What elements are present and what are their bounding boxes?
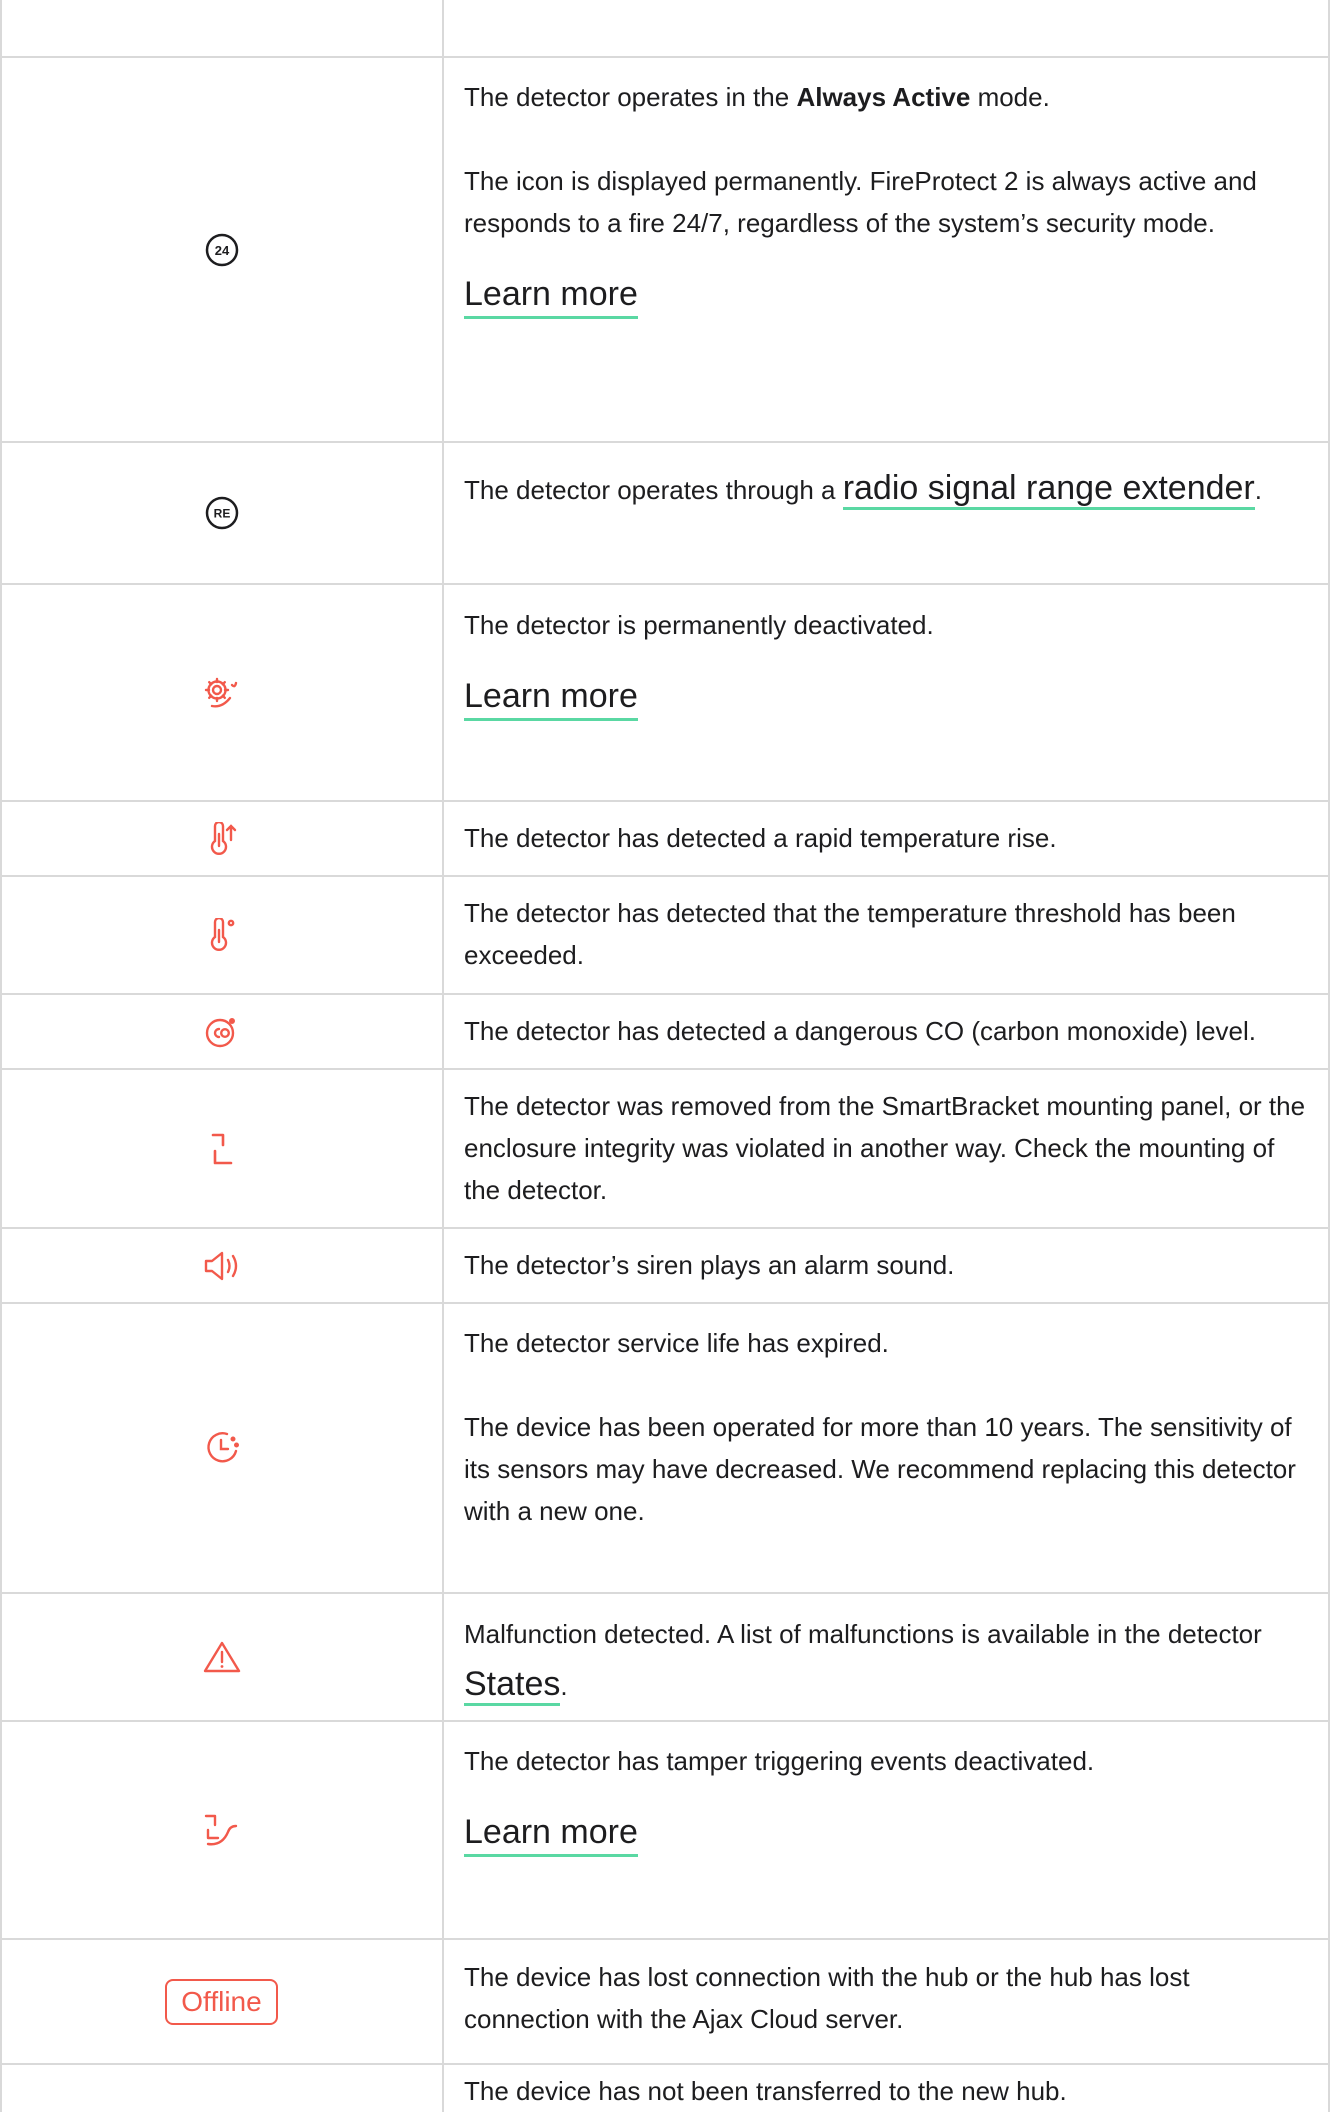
description-text: The detector service life has expired. (464, 1328, 889, 1358)
table-row (0, 1722, 443, 1938)
description-text: The detector operates through a (464, 475, 843, 505)
row-description: The device has not been transferred to t… (464, 2070, 1314, 2112)
description-text: mode. (970, 82, 1050, 112)
row-description: The detector was removed from the SmartB… (464, 1085, 1314, 1211)
table-row (0, 1594, 443, 1720)
description-text: The device has not been transferred to t… (464, 2076, 1067, 2106)
thermometer-rise-icon (207, 821, 237, 856)
description-text: The detector has tamper triggering event… (464, 1746, 1095, 1776)
punctuation: . (560, 1671, 568, 1701)
row-description: The detector has detected a dangerous CO… (464, 1010, 1314, 1052)
offline-badge: Offline (165, 1978, 278, 2025)
row-description: The detector has detected a rapid temper… (464, 817, 1314, 859)
row-description: The detector is permanently deactivated.… (464, 604, 1314, 721)
tamper-icon (207, 1131, 237, 1167)
description-text: Malfunction detected. A list of malfunct… (464, 1619, 1262, 1649)
service-life-icon (203, 1429, 241, 1467)
punctuation: . (1254, 475, 1262, 505)
row-description: The detector service life has expired. T… (464, 1322, 1314, 1532)
description-text: The detector has detected a dangerous CO… (464, 1016, 1257, 1046)
row-description: The device has lost connection with the … (464, 1956, 1314, 2040)
description-detail: The icon is displayed permanently. FireP… (464, 166, 1257, 238)
co-icon (202, 1016, 242, 1048)
table-row: 24 (0, 58, 443, 441)
table-row (0, 585, 443, 800)
row-divider (0, 2063, 1330, 2065)
thermometer-threshold-icon (207, 918, 237, 952)
states-link[interactable]: States (464, 1665, 561, 1706)
learn-more-link[interactable]: Learn more (464, 1810, 638, 1857)
tamper-deactivated-icon (202, 1812, 242, 1848)
mode-name: Always Active (796, 82, 971, 112)
description-text: The detector operates in the (464, 82, 797, 112)
svg-text:RE: RE (213, 507, 230, 521)
range-extender-icon: RE (205, 496, 239, 530)
siren-icon (202, 1249, 242, 1283)
table-row (0, 877, 443, 993)
table-row: Offline (0, 1940, 443, 2063)
row-description: The detector has detected that the tempe… (464, 892, 1314, 976)
table-row (0, 802, 443, 875)
table-row (0, 995, 443, 1068)
description-text: The detector’s siren plays an alarm soun… (464, 1250, 955, 1280)
range-extender-link[interactable]: radio signal range extender (842, 469, 1255, 510)
table-row (0, 1070, 443, 1227)
description-text: The detector was removed from the SmartB… (464, 1091, 1306, 1205)
row-description: The detector operates through a radio si… (464, 462, 1314, 516)
svg-text:24: 24 (214, 243, 229, 258)
table-row: RE (0, 443, 443, 583)
table-row (0, 1229, 443, 1302)
gear-deactivated-icon (202, 675, 242, 711)
row-description: The detector’s siren plays an alarm soun… (464, 1244, 1314, 1286)
row-description: The detector operates in the Always Acti… (464, 76, 1314, 319)
description-text: The detector has detected a rapid temper… (464, 823, 1057, 853)
description-text: The device has lost connection with the … (464, 1962, 1190, 2034)
learn-more-link[interactable]: Learn more (464, 674, 638, 721)
description-text: The detector has detected that the tempe… (464, 898, 1236, 970)
table-row (0, 1304, 443, 1592)
description-text: The detector is permanently deactivated. (464, 610, 934, 640)
row-description: Malfunction detected. A list of malfunct… (464, 1610, 1314, 1710)
description-detail: The device has been operated for more th… (464, 1412, 1296, 1526)
learn-more-link[interactable]: Learn more (464, 272, 638, 319)
row-description: The detector has tamper triggering event… (464, 1740, 1314, 1857)
warning-icon (202, 1639, 242, 1675)
24-hour-icon: 24 (205, 233, 239, 267)
